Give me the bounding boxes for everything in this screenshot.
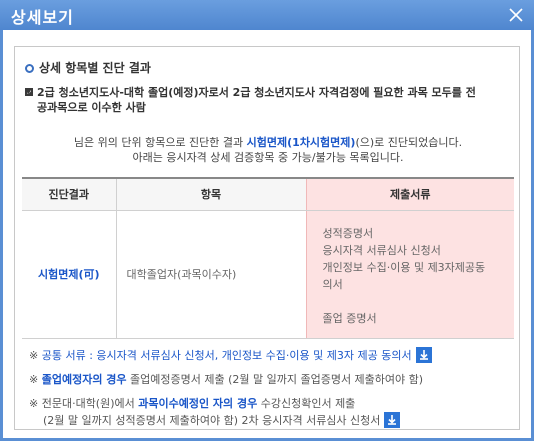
result-suffix: (으)로 진단되었습니다. (355, 136, 463, 149)
dialog-body: 상세 항목별 진단 결과 2급 청소년지도사-대학 졸업(예정)자로서 2급 청… (3, 30, 531, 438)
section-title: 상세 항목별 진단 결과 (25, 59, 151, 76)
header-documents: 제출서류 (305, 177, 514, 211)
cell-result: 시험면제(可) (22, 210, 116, 339)
header-result: 진단결과 (22, 177, 116, 211)
diagnosis-table: 진단결과 항목 제출서류 시험면제(可) 대학졸업자(과목이수자) 성적증명서 … (22, 177, 514, 339)
detail-dialog: 상세보기 상세 항목별 진단 결과 2급 청소년지도사-대학 졸업(예정)자로서… (0, 0, 534, 441)
download-button-2[interactable] (384, 412, 401, 428)
section-title-text: 상세 항목별 진단 결과 (39, 61, 151, 75)
qualification-subtitle: 2급 청소년지도사-대학 졸업(예정)자로서 2급 청소년지도사 자격검정에 필… (25, 85, 511, 115)
note-2-bold: 졸업예정자의 경우 (41, 373, 127, 386)
doc-line: 졸업 증명서 (322, 311, 377, 325)
note-2-text: 졸업예정증명서 제출 (2월 말 일까지 졸업증명서 제출하여야 함) (126, 373, 424, 386)
note-3-line-2: (2월 말 일까지 성적증명서 제출하여야 함) 2차 응시자격 서류심사 신청… (43, 414, 381, 427)
note-expected-graduate: ※ 졸업예정자의 경우 졸업예정증명서 제출 (2월 말 일까지 졸업증명서 제… (29, 373, 424, 386)
note-common-documents: ※ 공통 서류 : 응시자격 서류심사 신청서, 개인정보 수집·이용 및 제3… (29, 347, 513, 364)
dialog-title: 상세보기 (11, 8, 74, 27)
download-icon (419, 350, 428, 360)
doc-line: 성적증명서 (322, 226, 374, 240)
result-line-2: 아래는 응시자격 상세 검증항목 중 가능/불가능 목록입니다. (132, 151, 404, 164)
subtitle-line-1: 2급 청소년지도사-대학 졸업(예정)자로서 2급 청소년지도사 자격검정에 필… (37, 86, 476, 99)
download-button-1[interactable] (415, 347, 432, 363)
table-header-row: 진단결과 항목 제출서류 (22, 177, 514, 211)
subtitle-line-2: 공과목으로 이수한 사람 (37, 101, 146, 114)
close-icon (509, 8, 523, 22)
note-3-text: 수강신청확인서 제출 (257, 397, 356, 410)
doc-line: 응시자격 서류심사 신청서 (322, 243, 441, 257)
download-icon (388, 415, 397, 425)
circle-bullet-icon (25, 64, 34, 73)
note-3-bold: 과목이수예정인 자의 경우 (138, 397, 258, 410)
result-line-1: 님은 위의 단위 항목으로 진단한 결과 시험면제(1차시험면제)(으)로 진단… (15, 135, 521, 150)
diagnosis-result-text: 님은 위의 단위 항목으로 진단한 결과 시험면제(1차시험면제)(으)로 진단… (15, 135, 521, 165)
note-course-completion: ※ 전문대·대학(원)에서 과목이수예정인 자의 경우 수강신청확인서 제출 (… (29, 396, 513, 429)
cell-item: 대학졸업자(과목이수자) (115, 210, 306, 339)
checkbox-bullet-icon (25, 88, 33, 96)
note-1-text: 공통 서류 : 응시자격 서류심사 신청서, 개인정보 수집·이용 및 제3자 … (41, 349, 412, 362)
header-item: 항목 (115, 177, 306, 211)
doc-line (323, 293, 503, 310)
dialog-titlebar: 상세보기 (0, 0, 534, 30)
result-prefix: 님은 위의 단위 항목으로 진단한 결과 (73, 136, 247, 149)
doc-line: 의서 (322, 277, 343, 291)
cell-documents: 성적증명서 응시자격 서류심사 신청서 개인정보 수집·이용 및 제3자제공동 … (305, 210, 514, 339)
doc-line: 개인정보 수집·이용 및 제3자제공동 (322, 260, 486, 274)
close-button[interactable] (506, 5, 526, 25)
result-panel: 상세 항목별 진단 결과 2급 청소년지도사-대학 졸업(예정)자로서 2급 청… (14, 46, 520, 430)
result-highlight: 시험면제(1차시험면제) (246, 136, 356, 149)
table-row: 시험면제(可) 대학졸업자(과목이수자) 성적증명서 응시자격 서류심사 신청서… (22, 210, 514, 339)
notes: ※ 공통 서류 : 응시자격 서류심사 신청서, 개인정보 수집·이용 및 제3… (29, 347, 513, 437)
